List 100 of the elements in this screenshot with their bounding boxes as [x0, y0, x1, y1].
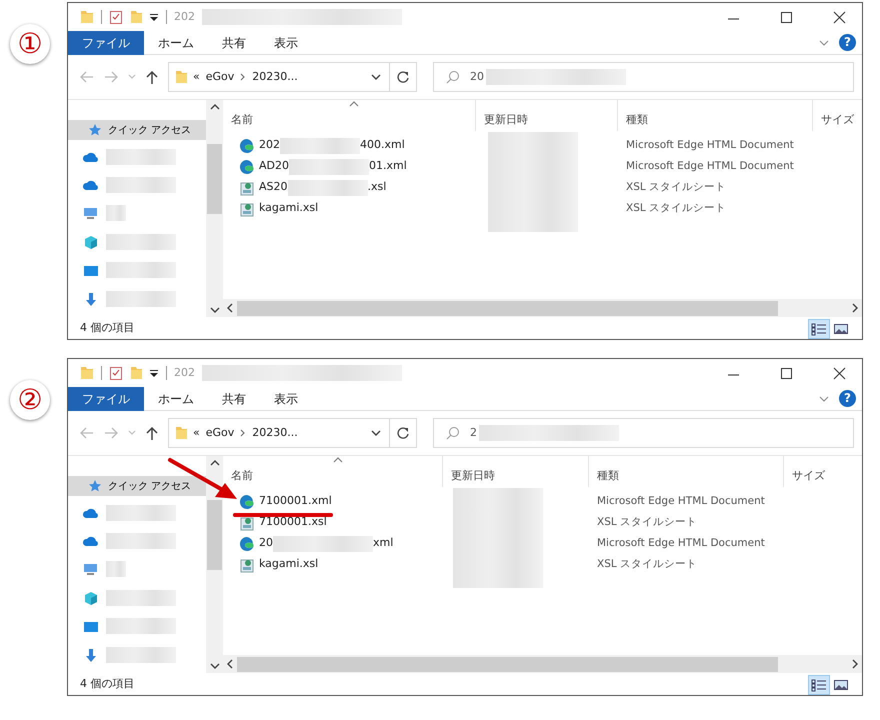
file-name[interactable]: 01.xml [369, 158, 407, 175]
folder-icon [80, 365, 94, 381]
expand-ribbon-icon[interactable] [819, 38, 829, 46]
file-row[interactable]: AD20 01.xml Microsoft Edge HTML Document [223, 156, 862, 177]
blurred-text [106, 234, 176, 250]
search-icon [446, 426, 460, 440]
breadcrumb[interactable]: 20230... [252, 424, 298, 442]
properties-icon[interactable] [109, 9, 123, 25]
vertical-scrollbar[interactable] [206, 456, 223, 673]
breadcrumb[interactable]: eGov [206, 68, 234, 86]
column-header[interactable]: 種類 [589, 456, 784, 487]
ribbon-tab[interactable]: 表示 [260, 30, 312, 54]
column-header[interactable]: 種類 [618, 100, 813, 131]
file-row[interactable]: AS20 .xsl XSL スタイルシート [223, 177, 862, 198]
details-view-button[interactable] [808, 318, 830, 338]
dropdown-chevron-icon[interactable] [371, 74, 381, 80]
maximize-icon[interactable] [778, 366, 794, 380]
blurred-text [106, 148, 176, 165]
file-row[interactable]: 7100001.xsl XSL スタイルシート [223, 512, 862, 533]
ribbon-tab[interactable]: 共有 [208, 30, 260, 54]
scrollbar-thumb[interactable] [237, 656, 778, 672]
scroll-left-icon [227, 303, 233, 313]
large-icons-view-icon [833, 678, 849, 692]
file-name[interactable]: 202 [259, 137, 280, 154]
close-icon[interactable] [832, 366, 846, 380]
column-header[interactable]: 名前 [223, 100, 476, 131]
file-menu-button[interactable]: ファイル [68, 386, 144, 410]
search-text: 2 [470, 424, 477, 441]
file-row[interactable]: kagami.xsl XSL スタイルシート [223, 554, 862, 575]
cube-icon [82, 590, 100, 606]
file-name[interactable]: 20 [259, 535, 273, 552]
blurred-text [106, 177, 176, 194]
star-icon [88, 479, 102, 494]
expand-ribbon-icon[interactable] [819, 394, 829, 402]
file-type: Microsoft Edge HTML Document [626, 139, 794, 152]
up-icon[interactable] [146, 70, 158, 84]
column-header[interactable]: 更新日時 [476, 100, 618, 131]
window-title: 202 [174, 364, 195, 381]
file-row[interactable]: 7100001.xml Microsoft Edge HTML Document [223, 491, 862, 512]
file-name[interactable]: AD20 [259, 158, 289, 175]
file-name[interactable]: xml [373, 535, 394, 552]
file-menu-button[interactable]: ファイル [68, 30, 144, 54]
refresh-button[interactable] [389, 62, 417, 92]
help-button[interactable]: ? [839, 34, 856, 51]
column-header[interactable]: サイズ [813, 100, 862, 131]
file-name[interactable]: 400.xml [360, 137, 405, 154]
refresh-button[interactable] [389, 418, 417, 448]
stylesheet-file-icon [239, 556, 255, 572]
up-icon[interactable] [146, 426, 158, 440]
file-name[interactable]: kagami.xsl [259, 556, 318, 573]
blurred-text [106, 262, 176, 278]
details-view-button[interactable] [808, 674, 830, 694]
search-field[interactable]: 2 [433, 418, 854, 448]
column-header[interactable]: 更新日時 [443, 456, 589, 487]
overflow-chevrons[interactable]: « [193, 68, 200, 86]
file-name[interactable]: .xsl [368, 179, 386, 196]
breadcrumb[interactable]: 20230... [252, 68, 298, 86]
scrollbar-thumb[interactable] [207, 144, 222, 214]
item-count: 4 個の項目 [80, 320, 134, 336]
file-name[interactable]: AS20 [259, 179, 288, 196]
vertical-scrollbar[interactable] [206, 100, 223, 317]
horizontal-scrollbar[interactable] [223, 655, 862, 673]
scroll-up-icon [210, 460, 220, 466]
scrollbar-thumb[interactable] [237, 300, 778, 316]
blurred-text [106, 590, 176, 606]
address-bar[interactable]: « eGov 20230... [168, 418, 390, 448]
ribbon-tab[interactable]: ホーム [144, 30, 208, 54]
help-button[interactable]: ? [839, 390, 856, 407]
sidebar-item[interactable]: クイック アクセス [68, 476, 206, 496]
file-name[interactable]: 7100001.xml [259, 493, 332, 510]
blurred-text [106, 205, 126, 222]
sidebar-item[interactable]: クイック アクセス [68, 120, 206, 140]
maximize-icon[interactable] [778, 10, 794, 24]
address-bar[interactable]: « eGov 20230... [168, 62, 390, 92]
file-type: Microsoft Edge HTML Document [597, 495, 765, 508]
breadcrumb[interactable]: eGov [206, 424, 234, 442]
chevron-right-icon [240, 73, 246, 81]
file-row[interactable]: kagami.xsl XSL スタイルシート [223, 198, 862, 219]
ribbon-tab[interactable]: ホーム [144, 386, 208, 410]
close-icon[interactable] [832, 10, 846, 24]
scrollbar-thumb[interactable] [207, 500, 222, 570]
horizontal-scrollbar[interactable] [223, 299, 862, 317]
scroll-right-icon [852, 303, 858, 313]
file-row[interactable]: 20 xml Microsoft Edge HTML Document [223, 533, 862, 554]
file-name[interactable]: kagami.xsl [259, 200, 318, 217]
column-header[interactable]: サイズ [784, 456, 862, 487]
search-field[interactable]: 20 [433, 62, 854, 92]
overflow-chevrons[interactable]: « [193, 424, 200, 442]
properties-icon[interactable] [109, 365, 123, 381]
file-name[interactable]: 7100001.xsl [259, 514, 327, 531]
scroll-up-icon [210, 104, 220, 110]
folder-icon [175, 69, 187, 85]
stylesheet-file-icon [239, 514, 255, 530]
file-type: Microsoft Edge HTML Document [597, 537, 765, 550]
dropdown-chevron-icon[interactable] [371, 430, 381, 436]
file-row[interactable]: 202 400.xml Microsoft Edge HTML Document [223, 135, 862, 156]
step-number: ② [10, 380, 50, 420]
ribbon-tab[interactable]: 表示 [260, 386, 312, 410]
scroll-left-icon [227, 659, 233, 669]
ribbon-tab[interactable]: 共有 [208, 386, 260, 410]
